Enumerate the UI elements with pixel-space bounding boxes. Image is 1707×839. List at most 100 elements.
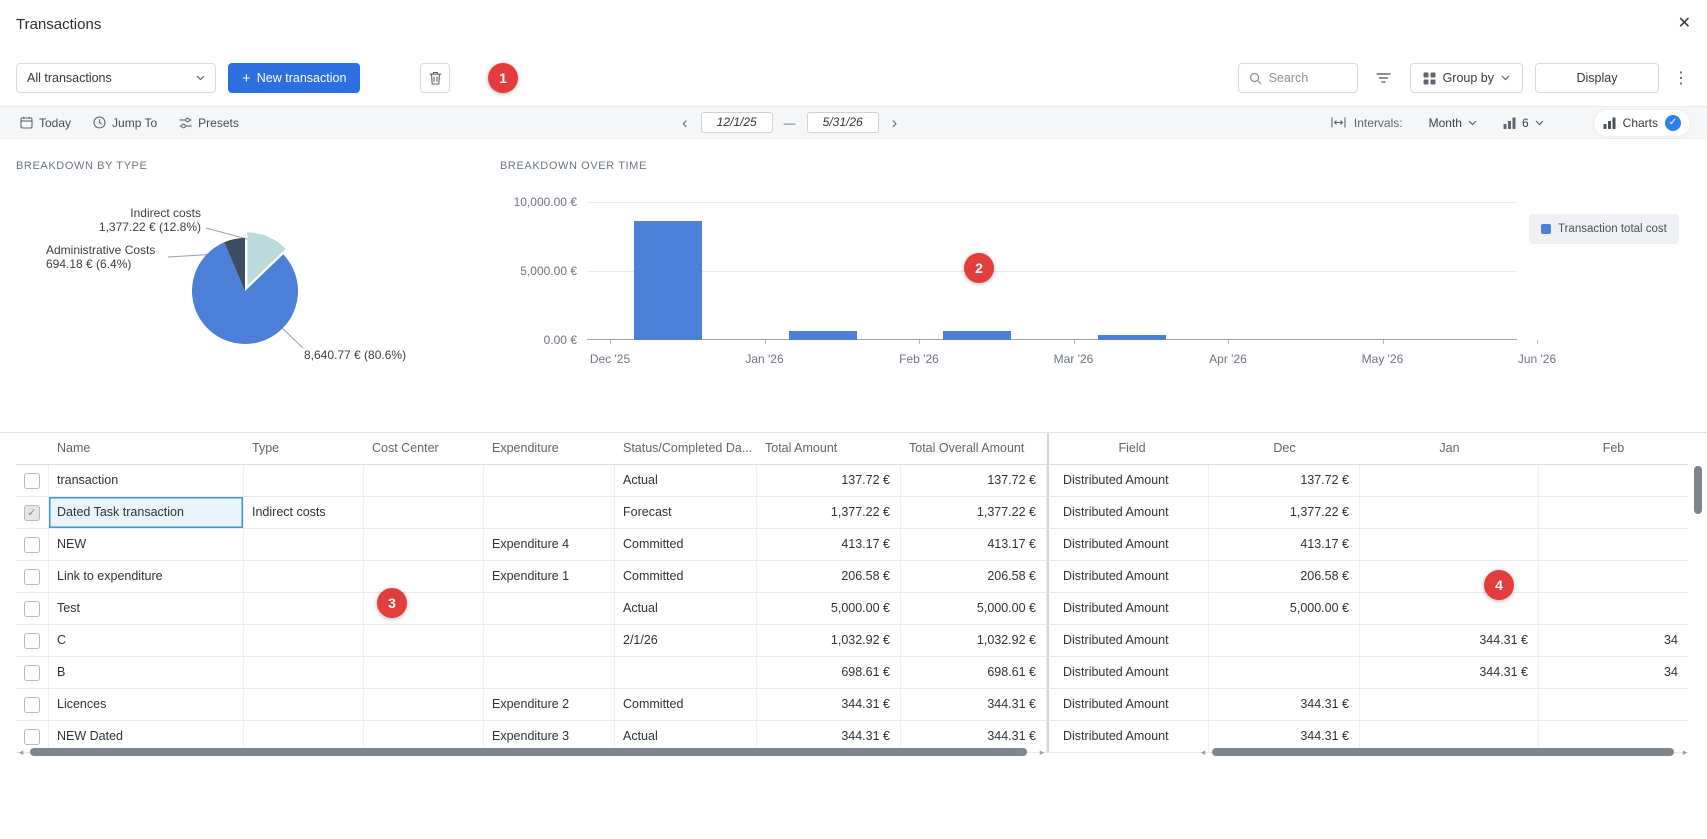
cell-name[interactable]: Dated Task transaction (49, 497, 244, 529)
cell-cost_center[interactable] (364, 657, 484, 689)
cell-feb[interactable] (1539, 561, 1688, 593)
cell-name[interactable]: B (49, 657, 244, 689)
scrollbar-thumb[interactable] (1212, 748, 1674, 756)
cell-jan[interactable] (1360, 465, 1539, 497)
scrollbar-thumb[interactable] (1694, 466, 1702, 514)
cell-feb[interactable]: 34 (1539, 657, 1688, 689)
end-date-input[interactable]: 5/31/26 (807, 112, 879, 133)
cell-field[interactable]: Distributed Amount (1047, 593, 1209, 625)
display-button[interactable]: Display (1535, 63, 1659, 93)
cell-type[interactable] (244, 465, 364, 497)
cell-dec[interactable]: 413.17 € (1209, 529, 1360, 561)
cell-type[interactable]: Indirect costs (244, 497, 364, 529)
row-checkbox[interactable] (24, 473, 40, 489)
column-header-total_amount[interactable]: Total Amount (757, 433, 901, 465)
column-header-feb[interactable]: Feb (1539, 433, 1688, 465)
cell-cost_center[interactable] (364, 625, 484, 657)
cell-feb[interactable] (1539, 593, 1688, 625)
cell-total_amount[interactable]: 1,032.92 € (757, 625, 901, 657)
cell-type[interactable] (244, 561, 364, 593)
table-row[interactable]: ✓ Dated Task transactionIndirect costs For… (16, 497, 1707, 529)
column-header-field[interactable]: Field (1047, 433, 1209, 465)
cell-type[interactable] (244, 689, 364, 721)
row-checkbox[interactable] (24, 697, 40, 713)
table-row[interactable]: transactionActual137.72 €137.72 €Distrib… (16, 465, 1707, 497)
row-checkbox[interactable] (24, 601, 40, 617)
jump-to-button[interactable]: Jump To (93, 116, 157, 130)
cell-type[interactable] (244, 593, 364, 625)
next-period-button[interactable]: › (890, 114, 900, 131)
cell-feb[interactable] (1539, 497, 1688, 529)
cell-total_amount[interactable]: 1,377.22 € (757, 497, 901, 529)
cell-cost_center[interactable] (364, 529, 484, 561)
cell-type[interactable] (244, 657, 364, 689)
cell-total_overall[interactable]: 206.58 € (901, 561, 1047, 593)
cell-status[interactable]: Actual (615, 465, 757, 497)
cell-cost_center[interactable] (364, 465, 484, 497)
cell-dec[interactable]: 137.72 € (1209, 465, 1360, 497)
row-checkbox[interactable] (24, 665, 40, 681)
search-input[interactable]: Search (1238, 63, 1358, 93)
cell-type[interactable] (244, 529, 364, 561)
scrollbar-track[interactable] (1210, 747, 1678, 757)
new-transaction-button[interactable]: + New transaction (228, 63, 360, 93)
prev-period-button[interactable]: ‹ (680, 114, 690, 131)
cell-field[interactable]: Distributed Amount (1047, 465, 1209, 497)
row-checkbox[interactable] (24, 537, 40, 553)
column-header-dec[interactable]: Dec (1209, 433, 1360, 465)
horizontal-scrollbar-left[interactable]: ◂ ▸ (16, 745, 1047, 759)
column-header-type[interactable]: Type (244, 433, 364, 465)
cell-name[interactable]: transaction (49, 465, 244, 497)
scroll-left-icon[interactable]: ◂ (1198, 745, 1208, 759)
cell-dec[interactable]: 1,377.22 € (1209, 497, 1360, 529)
cell-status[interactable]: Actual (615, 593, 757, 625)
cell-status[interactable]: Committed (615, 529, 757, 561)
cell-total_amount[interactable]: 413.17 € (757, 529, 901, 561)
cell-field[interactable]: Distributed Amount (1047, 529, 1209, 561)
cell-total_amount[interactable]: 206.58 € (757, 561, 901, 593)
interval-count-select[interactable]: 6 (1503, 116, 1544, 130)
cell-jan[interactable] (1360, 593, 1539, 625)
interval-unit-select[interactable]: Month (1429, 116, 1477, 130)
cell-type[interactable] (244, 625, 364, 657)
cell-cost_center[interactable] (364, 497, 484, 529)
cell-expenditure[interactable] (484, 593, 615, 625)
column-header-status[interactable]: Status/Completed Da... (615, 433, 757, 465)
scroll-right-icon[interactable]: ▸ (1680, 745, 1690, 759)
delete-button[interactable] (420, 63, 450, 93)
cell-total_overall[interactable]: 5,000.00 € (901, 593, 1047, 625)
cell-total_amount[interactable]: 137.72 € (757, 465, 901, 497)
cell-name[interactable]: C (49, 625, 244, 657)
close-icon[interactable]: ✕ (1678, 13, 1691, 33)
cell-field[interactable]: Distributed Amount (1047, 625, 1209, 657)
cell-feb[interactable]: 34 (1539, 625, 1688, 657)
cell-total_overall[interactable]: 137.72 € (901, 465, 1047, 497)
cell-jan[interactable] (1360, 529, 1539, 561)
column-header-name[interactable]: Name (49, 433, 244, 465)
cell-status[interactable]: 2/1/26 (615, 625, 757, 657)
transactions-scope-select[interactable]: All transactions (16, 63, 216, 93)
cell-dec[interactable] (1209, 657, 1360, 689)
cell-status[interactable] (615, 657, 757, 689)
column-header-expenditure[interactable]: Expenditure (484, 433, 615, 465)
cell-status[interactable]: Forecast (615, 497, 757, 529)
row-checkbox[interactable] (24, 569, 40, 585)
table-row[interactable]: Link to expenditureExpenditure 1Committe… (16, 561, 1707, 593)
cell-name[interactable]: Link to expenditure (49, 561, 244, 593)
filter-button[interactable] (1370, 63, 1398, 93)
cell-feb[interactable] (1539, 465, 1688, 497)
cell-jan[interactable] (1360, 497, 1539, 529)
cell-field[interactable]: Distributed Amount (1047, 561, 1209, 593)
column-header-cost_center[interactable]: Cost Center (364, 433, 484, 465)
cell-jan[interactable] (1360, 689, 1539, 721)
cell-expenditure[interactable] (484, 657, 615, 689)
row-checkbox[interactable]: ✓ (24, 505, 40, 521)
cell-dec[interactable]: 206.58 € (1209, 561, 1360, 593)
cell-field[interactable]: Distributed Amount (1047, 721, 1209, 753)
horizontal-scrollbar-right[interactable]: ◂ ▸ (1198, 745, 1690, 759)
cell-total_overall[interactable]: 1,377.22 € (901, 497, 1047, 529)
cell-name[interactable]: Test (49, 593, 244, 625)
table-row[interactable]: C2/1/261,032.92 €1,032.92 €Distributed A… (16, 625, 1707, 657)
cell-feb[interactable] (1539, 689, 1688, 721)
cell-total_overall[interactable]: 344.31 € (901, 689, 1047, 721)
